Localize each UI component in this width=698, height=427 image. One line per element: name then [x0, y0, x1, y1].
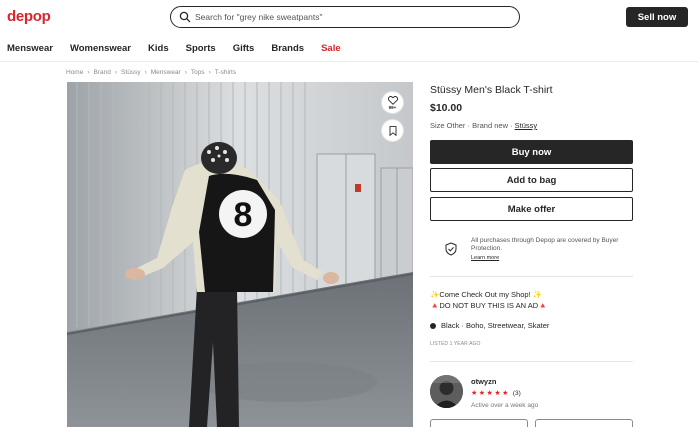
product-photo[interactable]: 8	[67, 82, 413, 427]
learn-more-link[interactable]: Learn more	[471, 255, 499, 261]
product-styles: Boho, Streetwear, Skater	[466, 321, 550, 330]
breadcrumb-home[interactable]: Home	[66, 69, 83, 76]
avatar-image	[430, 375, 463, 408]
add-to-bag-button[interactable]: Add to bag	[430, 168, 633, 192]
svg-text:8: 8	[234, 196, 253, 234]
chevron-right-icon: ›	[144, 69, 147, 76]
category-nav: Menswear Womenswear Kids Sports Gifts Br…	[0, 36, 698, 62]
chevron-right-icon: ›	[87, 69, 90, 76]
breadcrumb: Home › Brand › Stüssy › Menswear › Tops …	[66, 69, 236, 76]
nav-item-kids[interactable]: Kids	[148, 43, 169, 54]
depop-logo[interactable]: depop	[7, 8, 51, 25]
breadcrumb-tshirts[interactable]: T-shirts	[215, 69, 236, 76]
product-price: $10.00	[430, 102, 463, 114]
breadcrumb-menswear[interactable]: Menswear	[151, 69, 181, 76]
seller-rating[interactable]: ★★★★★ (3)	[471, 389, 521, 398]
product-photo-image: 8	[67, 82, 413, 427]
breadcrumb-stussy[interactable]: Stüssy	[121, 69, 141, 76]
like-count: 99+	[388, 104, 397, 110]
seller-username[interactable]: otwyzn	[471, 377, 496, 386]
nav-item-menswear[interactable]: Menswear	[7, 43, 53, 54]
shield-check-icon	[445, 242, 457, 256]
save-button[interactable]	[381, 119, 404, 142]
buyer-protection-text: All purchases through Depop are covered …	[471, 237, 619, 252]
product-attributes: Black · Boho, Streetwear, Skater	[430, 321, 549, 330]
like-button[interactable]: 99+	[381, 91, 404, 114]
search-icon	[179, 11, 191, 23]
buyer-protection: All purchases through Depop are covered …	[430, 231, 633, 277]
description-line: ✨Come Check Out my Shop! ✨	[430, 290, 543, 299]
nav-item-sports[interactable]: Sports	[186, 43, 216, 54]
search-bar[interactable]	[170, 6, 520, 28]
sell-now-button[interactable]: Sell now	[626, 7, 688, 27]
rating-stars: ★★★★★	[471, 390, 510, 397]
product-condition: Brand new	[472, 121, 508, 130]
breadcrumb-brand[interactable]: Brand	[94, 69, 111, 76]
bookmark-icon	[389, 125, 396, 136]
product-meta: Size Other · Brand new · Stüssy	[430, 121, 537, 130]
attr-separator: ·	[459, 321, 467, 330]
seller-activity: Active over a week ago	[471, 402, 539, 409]
seller-avatar[interactable]	[430, 375, 463, 408]
search-input[interactable]	[195, 9, 505, 25]
nav-item-brands[interactable]: Brands	[271, 43, 304, 54]
breadcrumb-tops[interactable]: Tops	[191, 69, 205, 76]
product-title: Stüssy Men's Black T-shirt	[430, 84, 553, 96]
product-description: ✨Come Check Out my Shop! ✨ 🔺DO NOT BUY T…	[430, 290, 547, 311]
color-swatch	[430, 322, 436, 329]
seller-action-button[interactable]	[430, 419, 528, 427]
chevron-right-icon: ›	[208, 69, 211, 76]
review-count: (3)	[512, 389, 521, 397]
chevron-right-icon: ›	[184, 69, 187, 76]
nav-item-gifts[interactable]: Gifts	[233, 43, 255, 54]
product-size: Size Other	[430, 121, 466, 130]
product-color: Black	[441, 321, 460, 330]
heart-icon	[387, 95, 398, 105]
chevron-right-icon: ›	[114, 69, 118, 76]
nav-item-sale[interactable]: Sale	[321, 43, 341, 54]
make-offer-button[interactable]: Make offer	[430, 197, 633, 221]
nav-item-womenswear[interactable]: Womenswear	[70, 43, 131, 54]
product-brand-link[interactable]: Stüssy	[515, 121, 538, 130]
top-header: depop Sell now	[0, 0, 698, 34]
seller-action-button[interactable]	[535, 419, 633, 427]
description-line: 🔺DO NOT BUY THIS IS AN AD🔺	[430, 300, 548, 310]
divider	[430, 361, 633, 362]
buy-now-button[interactable]: Buy now	[430, 140, 633, 164]
listed-date: LISTED 1 YEAR AGO	[430, 341, 481, 347]
